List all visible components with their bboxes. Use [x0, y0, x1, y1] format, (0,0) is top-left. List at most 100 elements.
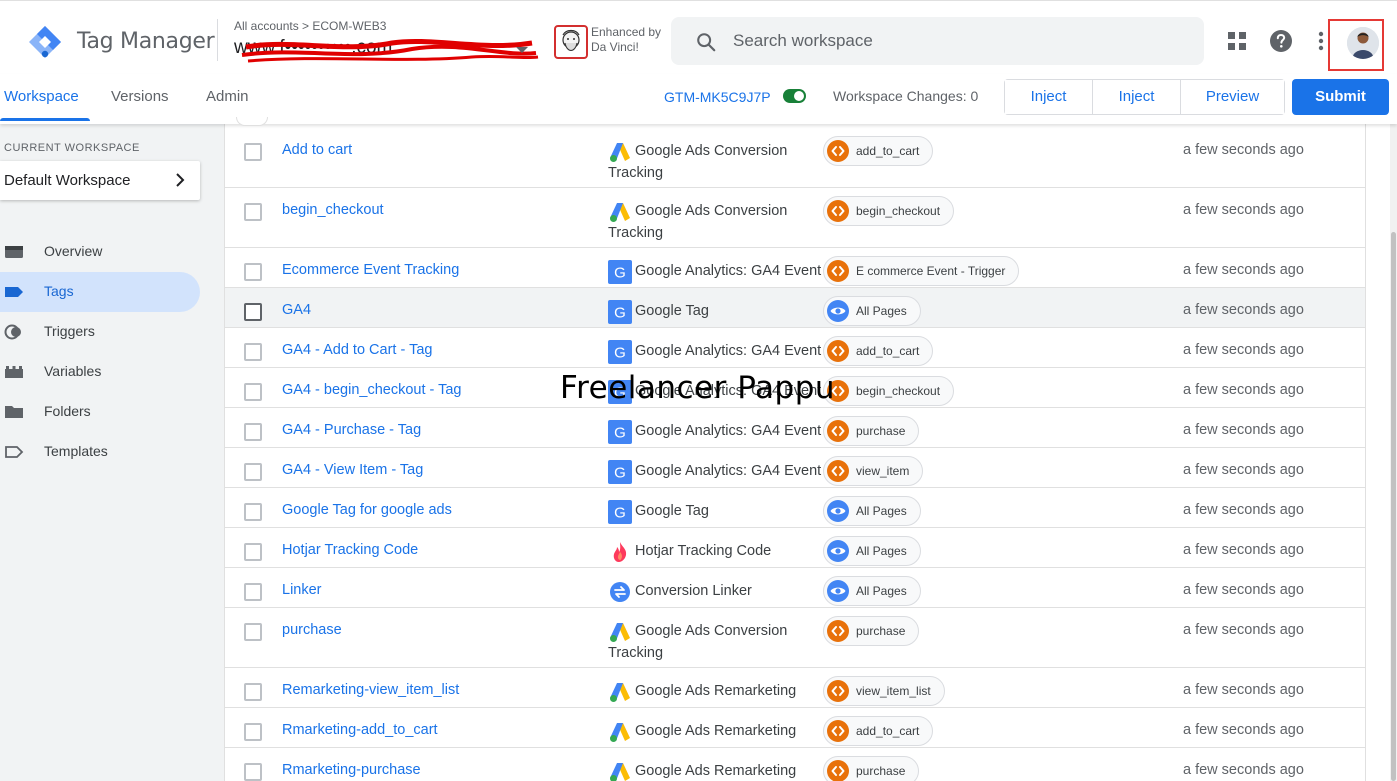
table-row[interactable]: Linker Conversion Linker All Pages a few se…: [225, 568, 1365, 608]
trigger-icon: [4, 324, 21, 340]
tag-name-link[interactable]: GA4: [282, 302, 311, 318]
tag-type: Google Ads Conversion Tracking: [608, 143, 788, 181]
sidebar-item-overview[interactable]: Overview: [0, 232, 200, 272]
container-dropdown-arrow-icon[interactable]: [516, 47, 528, 53]
tag-name-link[interactable]: Ecommerce Event Tracking: [282, 262, 459, 278]
trigger-name: All Pages: [856, 584, 907, 598]
table-row[interactable]: Ecommerce Event Tracking G Google Analytic…: [225, 248, 1365, 288]
table-row[interactable]: GA4 G Google Tag All Pages a few seconds ago: [225, 288, 1365, 328]
table-row[interactable]: GA4 - Purchase - Tag G Google Analytics: G…: [225, 408, 1365, 448]
row-checkbox[interactable]: [244, 463, 262, 481]
inject-button-1[interactable]: Inject: [1005, 80, 1092, 114]
trigger-chip[interactable]: add_to_cart: [823, 716, 934, 746]
tag-name-link[interactable]: GA4 - Add to Cart - Tag: [282, 342, 432, 358]
trigger-name: begin_checkout: [856, 384, 941, 398]
trigger-chip[interactable]: purchase: [823, 616, 920, 646]
tag-name-link[interactable]: Rmarketing-add_to_cart: [282, 722, 438, 738]
search-input[interactable]: [733, 17, 1173, 65]
last-edited: a few seconds ago: [1183, 382, 1304, 398]
chevron-right-icon: [176, 173, 185, 187]
row-checkbox[interactable]: [244, 763, 262, 781]
tab-admin[interactable]: Admin: [206, 88, 249, 105]
workspace-selector[interactable]: Default Workspace: [0, 161, 200, 200]
inject-button-2[interactable]: Inject: [1093, 80, 1180, 114]
submit-button[interactable]: Submit: [1292, 79, 1389, 115]
trigger-chip[interactable]: begin_checkout: [823, 196, 955, 226]
tag-name-link[interactable]: Hotjar Tracking Code: [282, 542, 418, 558]
sidebar-item-templates[interactable]: Templates: [0, 432, 200, 472]
table-row[interactable]: Rmarketing-purchase Google Ads Remarketin…: [225, 748, 1365, 781]
table-row[interactable]: begin_checkout Google Ads Conversion Trac…: [225, 188, 1365, 248]
table-row[interactable]: GA4 - Add to Cart - Tag G Google Analytics…: [225, 328, 1365, 368]
trigger-chip[interactable]: All Pages: [823, 296, 921, 326]
tab-workspace[interactable]: Workspace: [4, 88, 79, 105]
trigger-chip[interactable]: All Pages: [823, 496, 921, 526]
tag-name-link[interactable]: Linker: [282, 582, 322, 598]
account-avatar[interactable]: [1347, 27, 1379, 59]
trigger-chip[interactable]: view_item: [823, 456, 924, 486]
trigger-chip[interactable]: add_to_cart: [823, 136, 934, 166]
sidebar-item-label: Tags: [44, 283, 74, 299]
tag-type: Google Ads Remarketing: [635, 683, 797, 699]
sidebar-item-label: Templates: [44, 443, 108, 459]
account-breadcrumb[interactable]: All accounts > ECOM-WEB3: [234, 19, 386, 33]
row-checkbox[interactable]: [244, 143, 262, 161]
tag-name-link[interactable]: GA4 - Purchase - Tag: [282, 422, 421, 438]
search-icon[interactable]: [695, 31, 717, 53]
table-row[interactable]: Remarketing-view_item_list Google Ads Rem…: [225, 668, 1365, 708]
tag-name-link[interactable]: GA4 - View Item - Tag: [282, 462, 423, 478]
trigger-chip[interactable]: view_item_list: [823, 676, 945, 706]
row-checkbox[interactable]: [244, 383, 262, 401]
container-id-link[interactable]: GTM-MK5C9J7P: [664, 89, 771, 105]
row-checkbox[interactable]: [244, 263, 262, 281]
trigger-chip[interactable]: purchase: [823, 416, 920, 446]
preview-button[interactable]: Preview: [1181, 80, 1284, 114]
table-row[interactable]: Rmarketing-add_to_cart Google Ads Remarke…: [225, 708, 1365, 748]
sidebar-item-triggers[interactable]: Triggers: [0, 312, 200, 352]
trigger-chip[interactable]: E commerce Event - Trigger: [823, 256, 1020, 286]
trigger-chip[interactable]: All Pages: [823, 576, 921, 606]
sidebar-item-variables[interactable]: Variables: [0, 352, 200, 392]
table-row[interactable]: Hotjar Tracking Code Hotjar Tracking Code…: [225, 528, 1365, 568]
trigger-chip[interactable]: purchase: [823, 756, 920, 781]
row-checkbox[interactable]: [244, 723, 262, 741]
tag-name-link[interactable]: GA4 - begin_checkout - Tag: [282, 382, 461, 398]
table-row[interactable]: purchase Google Ads Conversion Tracking pu…: [225, 608, 1365, 668]
da-vinci-extension-icon[interactable]: [554, 25, 588, 59]
row-checkbox[interactable]: [244, 503, 262, 521]
tab-versions[interactable]: Versions: [111, 88, 169, 105]
row-checkbox[interactable]: [244, 343, 262, 361]
row-checkbox[interactable]: [244, 543, 262, 561]
search-bar[interactable]: [671, 17, 1204, 65]
scrollbar-thumb[interactable]: [1391, 232, 1396, 781]
tag-name-link[interactable]: Rmarketing-purchase: [282, 762, 421, 778]
row-checkbox[interactable]: [244, 683, 262, 701]
tag-name-link[interactable]: Google Tag for google ads: [282, 502, 452, 518]
tag-manager-logo-icon[interactable]: [28, 25, 62, 59]
container-status-toggle[interactable]: [783, 89, 806, 103]
row-checkbox[interactable]: [244, 203, 262, 221]
trigger-chip[interactable]: add_to_cart: [823, 336, 934, 366]
row-checkbox[interactable]: [244, 583, 262, 601]
tag-type: Google Ads Conversion Tracking: [608, 203, 788, 241]
table-row[interactable]: GA4 - View Item - Tag G Google Analytics: …: [225, 448, 1365, 488]
tag-name-link[interactable]: Add to cart: [282, 142, 352, 158]
eye-icon: [827, 300, 849, 322]
row-checkbox[interactable]: [244, 303, 262, 321]
help-icon[interactable]: [1269, 29, 1293, 53]
trigger-name: view_item_list: [856, 684, 931, 698]
row-checkbox[interactable]: [244, 423, 262, 441]
trigger-name: All Pages: [856, 504, 907, 518]
apps-grid-icon[interactable]: [1225, 29, 1249, 53]
sidebar-item-folders[interactable]: Folders: [0, 392, 200, 432]
trigger-chip[interactable]: All Pages: [823, 536, 921, 566]
trigger-chip[interactable]: begin_checkout: [823, 376, 955, 406]
table-row[interactable]: Google Tag for google ads G Google Tag All …: [225, 488, 1365, 528]
tag-name-link[interactable]: purchase: [282, 622, 342, 638]
tag-name-link[interactable]: Remarketing-view_item_list: [282, 682, 459, 698]
table-row[interactable]: Add to cart Google Ads Conversion Trackin…: [225, 128, 1365, 188]
sidebar-item-tags[interactable]: Tags: [0, 272, 200, 312]
app-title[interactable]: Tag Manager: [77, 29, 215, 54]
row-checkbox[interactable]: [244, 623, 262, 641]
tag-name-link[interactable]: begin_checkout: [282, 202, 384, 218]
